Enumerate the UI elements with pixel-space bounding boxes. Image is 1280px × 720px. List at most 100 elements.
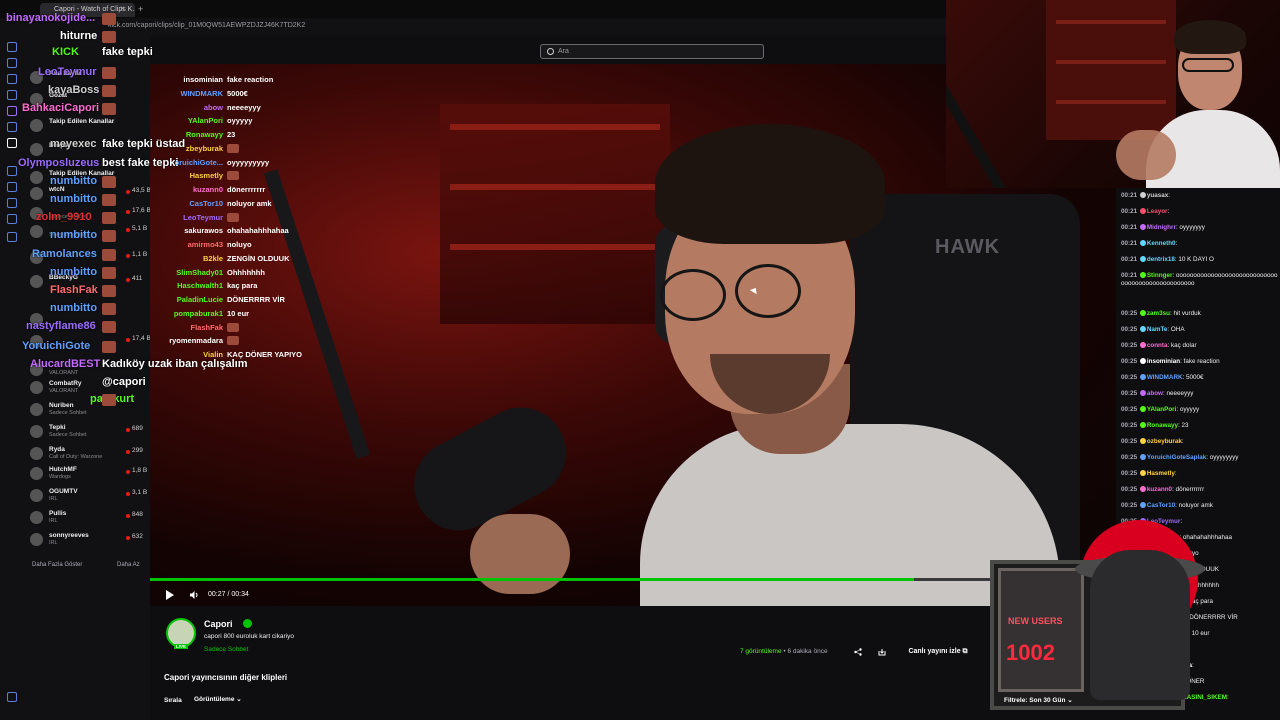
- stream-icon[interactable]: [7, 232, 17, 242]
- chat-message[interactable]: 00:21 Kenneth0:: [1121, 240, 1279, 248]
- chat-username[interactable]: Kenneth0: [1147, 240, 1176, 247]
- volume-icon[interactable]: [189, 590, 199, 600]
- sidebar-channel[interactable]: HutchMF Wardogs 1,8 B: [30, 466, 168, 484]
- discord-icon[interactable]: [7, 106, 17, 116]
- chat-message[interactable]: 00:21 Stinnger: oooooooooooooooooooooooo…: [1121, 272, 1279, 287]
- sidebar-channel[interactable]: sonnyreeves IRL 632: [30, 532, 168, 550]
- chat-username[interactable]: yuasax: [1147, 192, 1168, 199]
- chat-message[interactable]: 00:21 Leayor:: [1121, 208, 1279, 216]
- chat-username[interactable]: Hasmetly: [1147, 470, 1175, 477]
- search-input[interactable]: [558, 46, 753, 57]
- chat-username[interactable]: WINDMARK: [1147, 374, 1183, 381]
- x-icon[interactable]: [7, 138, 17, 148]
- streamer-hair: [655, 124, 885, 244]
- clip-title: capori 800 euroluk kart cikariyo: [204, 633, 294, 640]
- chat-username[interactable]: YoruichiGoteSaplak: [1147, 454, 1206, 461]
- chat-message[interactable]: 00:25 WINDMARK: 5000€: [1121, 374, 1279, 382]
- chat-timestamp: 00:25: [1121, 422, 1138, 429]
- address-bar[interactable]: kick.com/capori/clips/clip_01M0QW51AEWPZ…: [108, 22, 305, 29]
- instagram-icon[interactable]: [7, 122, 17, 132]
- chat-message[interactable]: 00:25 abow: neeeeyyy: [1121, 390, 1279, 398]
- play-icon[interactable]: [166, 590, 174, 600]
- alert-label: NEW USERS: [1008, 616, 1063, 626]
- chat-username[interactable]: zam3su: [1147, 310, 1170, 317]
- close-icon[interactable]: ×: [120, 4, 125, 13]
- browse-icon[interactable]: [7, 58, 17, 68]
- chat-message[interactable]: 00:25 CasTor10: noluyor amk: [1121, 502, 1279, 510]
- chat-username[interactable]: insominian: [1147, 358, 1180, 365]
- sidebar-channel[interactable]: Ryda Call of Duty: Warzone 299: [30, 446, 168, 464]
- chat-message[interactable]: 00:25 YoruichiGoteSaplak: oyyyyyyyy: [1121, 454, 1279, 462]
- stream-icon[interactable]: [7, 198, 17, 208]
- settings-icon[interactable]: [7, 692, 17, 702]
- watch-live-button[interactable]: Canlı yayını izle ⧉: [896, 644, 980, 660]
- chat-username[interactable]: CasTor10: [1147, 502, 1175, 509]
- share-icon[interactable]: [854, 648, 862, 656]
- drops-icon[interactable]: [7, 90, 17, 100]
- chat-username[interactable]: YAlanPori: [1147, 406, 1177, 413]
- chat-username[interactable]: Midnighrr: [1147, 224, 1176, 231]
- home-icon[interactable]: [7, 42, 17, 52]
- chat-username[interactable]: dentrix18: [1147, 256, 1175, 263]
- stream-icon[interactable]: [7, 182, 17, 192]
- badge-icon: [1139, 342, 1146, 349]
- overlay-chat-message: oyyyyyyyyy: [227, 157, 270, 167]
- save-icon[interactable]: [878, 648, 886, 656]
- chat-message[interactable]: 00:25 ozbeyburak:: [1121, 438, 1279, 446]
- progress-bar[interactable]: [150, 578, 1130, 581]
- channel-name: HutchMF: [49, 466, 77, 473]
- avatar: [30, 381, 43, 394]
- avatar: [30, 403, 43, 416]
- chat-message[interactable]: 00:25 Hasmetly:: [1121, 470, 1279, 478]
- chat-text: hit vurduk: [1173, 310, 1201, 317]
- more-clips-heading: Capori yayıncısının diğer klipleri: [164, 673, 288, 682]
- chat-username[interactable]: Stinnger: [1147, 272, 1173, 279]
- filters-dropdown[interactable]: Filtrele: Son 30 Gün ⌄: [1004, 696, 1073, 704]
- stream-icon[interactable]: [7, 166, 17, 176]
- chat-message[interactable]: 00:25 insominian: fake reaction: [1121, 358, 1279, 366]
- chat-colon: :: [1168, 192, 1170, 199]
- show-less-link[interactable]: Daha Az: [117, 562, 140, 568]
- chat-username[interactable]: abow: [1147, 390, 1163, 397]
- overlay-chat-user: Hasmetly: [189, 171, 223, 181]
- chat-timestamp: 00:21: [1121, 208, 1138, 215]
- overlay-chat-user: sakurawos: [184, 226, 223, 236]
- sort-dropdown[interactable]: Görüntüleme ⌄: [194, 695, 242, 703]
- chat-username[interactable]: connta: [1147, 342, 1168, 349]
- sidebar-channel[interactable]: Pullis IRL 848: [30, 510, 168, 528]
- sidebar-channel[interactable]: Tepki Sadece Sohbet 689: [30, 424, 168, 442]
- chat-message[interactable]: 00:21 dentrix18: 10 K DAYI O: [1121, 256, 1279, 264]
- overlay-chat-user: Olymposluzeus: [18, 157, 100, 169]
- category-link[interactable]: Sadece Sohbet: [204, 646, 248, 653]
- chat-message[interactable]: 00:25 YAlanPori: oyyyyy: [1121, 406, 1279, 414]
- overlay-chat-user: zolm_9910: [36, 211, 92, 223]
- chat-text: dönerrrrrrr: [1175, 486, 1205, 493]
- chat-username[interactable]: ozbeyburak: [1147, 438, 1182, 445]
- new-tab-icon[interactable]: +: [138, 4, 143, 14]
- chat-username[interactable]: Leayor: [1147, 208, 1168, 215]
- emote-icon: [102, 249, 116, 261]
- chat-timestamp: 00:25: [1121, 326, 1138, 333]
- chat-username[interactable]: kuzann0: [1147, 486, 1172, 493]
- chat-username[interactable]: NamTe: [1147, 326, 1168, 333]
- chat-message[interactable]: 00:25 connta: kaç dolar: [1121, 342, 1279, 350]
- avatar: [30, 119, 43, 132]
- chat-message[interactable]: 00:21 yuasax:: [1121, 192, 1279, 200]
- channel-category: IRL: [49, 518, 58, 524]
- overlay-chat-user: zbeyburak: [185, 143, 223, 153]
- channel-name[interactable]: Capori: [204, 619, 233, 629]
- chat-message[interactable]: 00:21 Midnighrr: oyyyyyyy: [1121, 224, 1279, 232]
- chat-message[interactable]: 00:25 kuzann0: dönerrrrrrr: [1121, 486, 1279, 494]
- chat-message[interactable]: 00:25 Ronawayy: 23: [1121, 422, 1279, 430]
- chat-message[interactable]: 00:25 NamTe: OHA: [1121, 326, 1279, 334]
- search-bar[interactable]: [540, 44, 764, 59]
- emote-icon: [102, 212, 116, 224]
- stream-icon[interactable]: [7, 214, 17, 224]
- overlay-chat-user: ryomenmadara: [169, 336, 223, 346]
- chat-message[interactable]: 00:25 zam3su: hit vurduk: [1121, 310, 1279, 318]
- chat-username[interactable]: Ronawayy: [1147, 422, 1178, 429]
- chat-timestamp: 00:25: [1121, 470, 1138, 477]
- following-icon[interactable]: [7, 74, 17, 84]
- show-more-link[interactable]: Daha Fazla Göster: [32, 562, 82, 568]
- sidebar-channel[interactable]: OGUMTV IRL 3,1 B: [30, 488, 168, 506]
